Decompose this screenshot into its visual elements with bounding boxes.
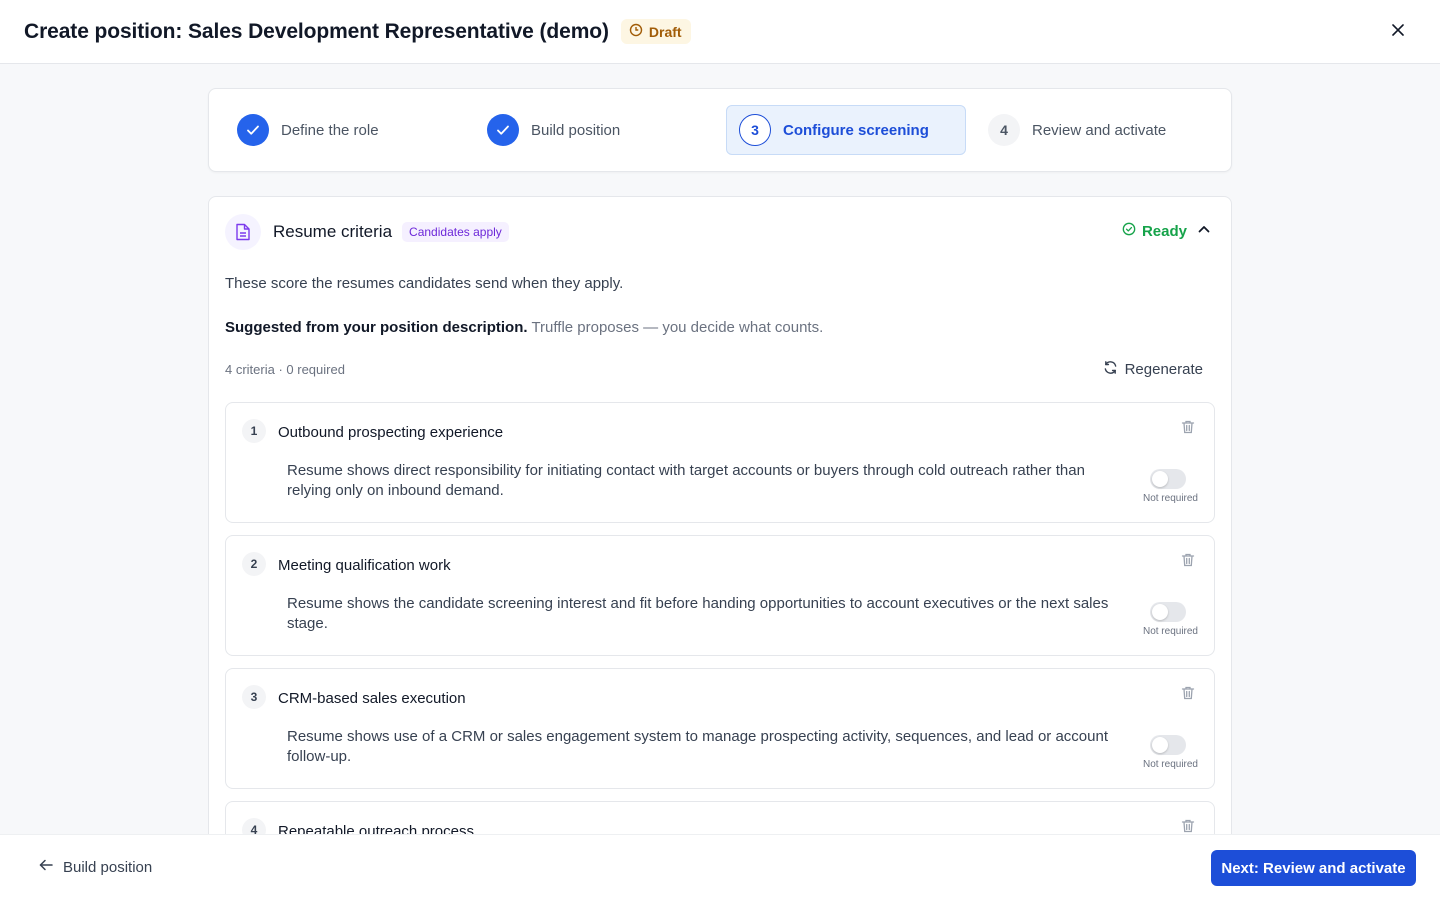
- check-icon: [237, 114, 269, 146]
- criterion-description: Resume shows the candidate screening int…: [287, 595, 1109, 632]
- check-icon: [487, 114, 519, 146]
- close-button[interactable]: [1386, 20, 1410, 44]
- criterion-description: Resume shows use of a CRM or sales engag…: [287, 728, 1108, 765]
- required-toggle[interactable]: [1150, 602, 1186, 622]
- step-label: Define the role: [281, 121, 379, 139]
- criterion-number: 2: [242, 552, 266, 576]
- arrow-left-icon: [38, 857, 54, 877]
- refresh-icon: [1103, 360, 1118, 379]
- step-label: Review and activate: [1032, 121, 1167, 139]
- regenerate-label: Regenerate: [1124, 361, 1203, 378]
- draft-status-label: Draft: [648, 23, 682, 40]
- criterion-name: Meeting qualification work: [278, 557, 451, 574]
- footer-bar: Build position Next: Review and activate: [0, 834, 1440, 900]
- regenerate-button[interactable]: Regenerate: [1103, 360, 1203, 379]
- criteria-count: 4 criteria · 0 required: [225, 362, 345, 377]
- required-status: Not required: [1142, 626, 1198, 637]
- criterion-number: 3: [242, 685, 266, 709]
- chevron-up-icon: [1197, 222, 1211, 240]
- criterion-card: 1 Outbound prospecting experience Resume…: [225, 402, 1215, 523]
- criterion-card: 3 CRM-based sales execution Resume shows…: [225, 668, 1215, 789]
- criterion-name: CRM-based sales execution: [278, 690, 466, 707]
- required-status: Not required: [1142, 493, 1198, 504]
- back-button[interactable]: Build position: [38, 857, 152, 877]
- trash-icon[interactable]: [1180, 552, 1198, 570]
- step-label: Build position: [531, 121, 621, 139]
- document-icon: [225, 214, 261, 250]
- suggestion-bold-text: Suggested from your position description…: [225, 319, 528, 336]
- suggestion-muted-text: Truffle proposes — you decide what count…: [531, 319, 824, 336]
- trash-icon[interactable]: [1180, 685, 1198, 703]
- step-build-position[interactable]: Build position: [475, 105, 715, 155]
- criterion-number: 1: [242, 419, 266, 443]
- card-header: Resume criteria Candidates apply Ready: [225, 213, 1215, 251]
- section-description: These score the resumes candidates send …: [225, 275, 624, 292]
- check-circle-icon: [1122, 222, 1136, 240]
- candidates-apply-badge: Candidates apply: [402, 222, 509, 242]
- required-toggle[interactable]: [1150, 735, 1186, 755]
- page-title: Create position: Sales Development Repre…: [24, 19, 609, 43]
- ready-status: Ready: [1141, 222, 1187, 240]
- criterion-name: Outbound prospecting experience: [278, 424, 504, 441]
- step-define-the-role[interactable]: Define the role: [225, 105, 465, 155]
- collapse-toggle[interactable]: Ready: [1122, 222, 1211, 240]
- required-toggle[interactable]: [1150, 469, 1186, 489]
- step-configure-screening[interactable]: 3 Configure screening: [726, 105, 966, 155]
- suggestion-note: Suggested from your position description…: [225, 319, 823, 336]
- section-title: Resume criteria: [273, 222, 393, 241]
- step-number: 4: [988, 114, 1020, 146]
- progress-stepper: Define the role Build position 3 Configu…: [208, 88, 1232, 172]
- toggle-knob: [1152, 604, 1168, 620]
- toggle-knob: [1152, 737, 1168, 753]
- trash-icon[interactable]: [1180, 419, 1198, 437]
- top-bar: Create position: Sales Development Repre…: [0, 0, 1440, 64]
- step-label: Configure screening: [783, 121, 929, 139]
- step-review-and-activate[interactable]: 4 Review and activate: [976, 105, 1216, 155]
- close-icon: [1392, 23, 1404, 41]
- draft-status-badge: Draft: [620, 19, 691, 44]
- resume-criteria-card: Resume criteria Candidates apply Ready T…: [208, 196, 1232, 896]
- required-status: Not required: [1142, 759, 1198, 770]
- criterion-description: Resume shows direct responsibility for i…: [287, 462, 1085, 499]
- next-review-and-activate-button[interactable]: Next: Review and activate: [1211, 850, 1416, 886]
- toggle-knob: [1152, 471, 1168, 487]
- clock-icon: [629, 23, 643, 40]
- back-button-label: Build position: [63, 858, 153, 876]
- criterion-card: 2 Meeting qualification work Resume show…: [225, 535, 1215, 656]
- step-number: 3: [739, 114, 771, 146]
